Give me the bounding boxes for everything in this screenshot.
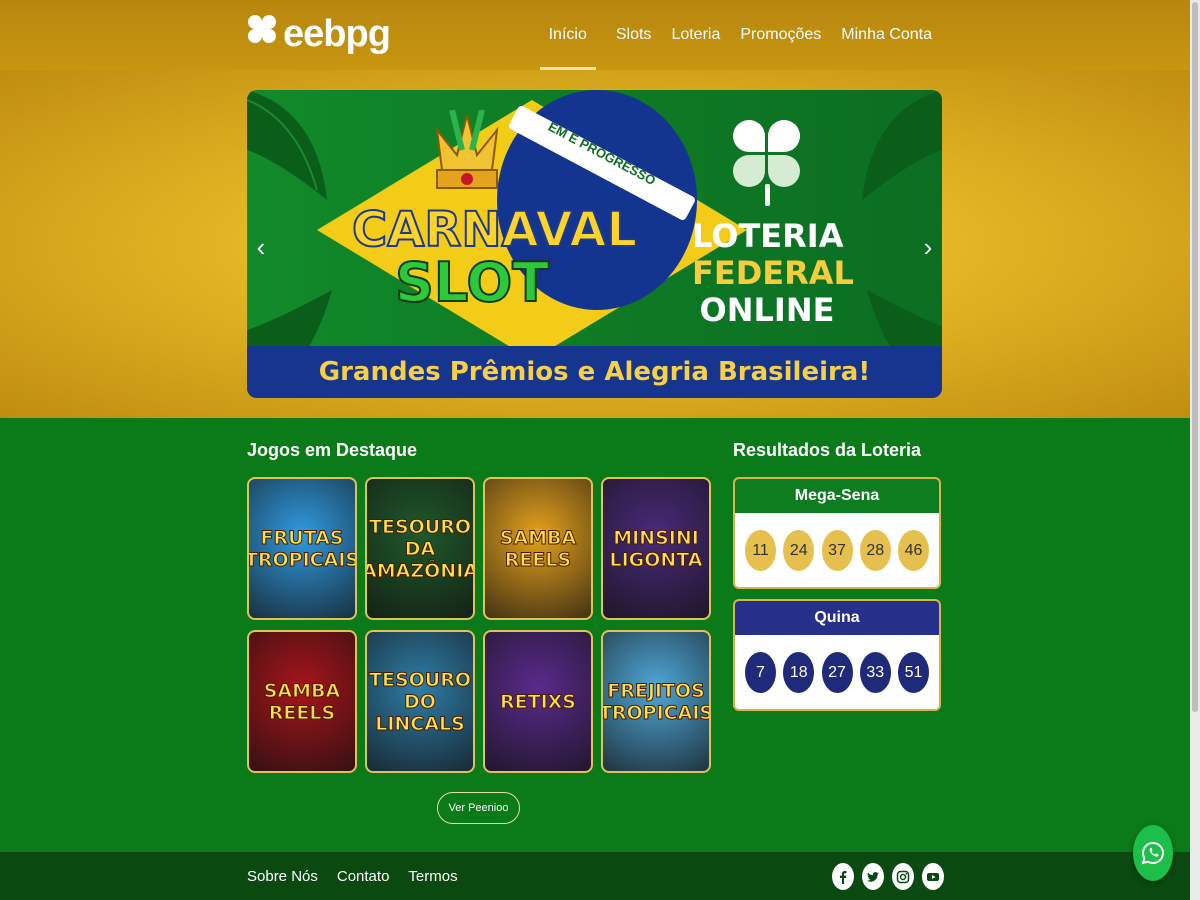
mega-sena-header: Mega-Sena xyxy=(735,479,939,513)
game-title: SAMBA REELS xyxy=(263,679,341,724)
chevron-right-icon: › xyxy=(923,232,933,262)
nav-item-promocoes[interactable]: Promoções xyxy=(740,0,821,70)
number-ball: 37 xyxy=(821,529,853,571)
footer-link-contato[interactable]: Contato xyxy=(337,868,390,885)
carnaval-slot-logo: CARNAVAL SLOT xyxy=(351,202,638,314)
number-ball: 7 xyxy=(745,651,776,693)
nav-item-inicio[interactable]: Início xyxy=(539,0,597,70)
game-card[interactable]: TESOURO DO LINCALS xyxy=(365,630,475,773)
footer-link-sobre-nos[interactable]: Sobre Nós xyxy=(247,868,318,885)
number-ball: 24 xyxy=(783,529,815,571)
social-links xyxy=(832,863,944,890)
number-ball: 46 xyxy=(898,529,929,571)
scrollbar-thumb[interactable] xyxy=(1192,2,1198,712)
hero-tagline: Grandes Prêmios e Alegria Brasileira! xyxy=(318,357,871,387)
online-word: ONLINE xyxy=(699,291,835,329)
game-card[interactable]: MINSINI LIGONTA xyxy=(601,477,711,620)
game-card[interactable]: SAMBA REELS xyxy=(483,477,593,620)
youtube-icon[interactable] xyxy=(922,863,944,890)
quina-header: Quina xyxy=(735,601,939,635)
loteria-federal-logo: LOTERIA FEDERAL ONLINE xyxy=(692,217,854,329)
whatsapp-button[interactable] xyxy=(1133,825,1173,881)
site-header: eebpg Início Slots Loteria Promoções Min… xyxy=(0,0,1200,70)
palm-leaf-icon xyxy=(862,90,942,200)
game-title: TESOURO DA AMAZÔNIA xyxy=(365,515,475,582)
game-card[interactable]: FRUTAS TROPICAIS xyxy=(247,477,357,620)
chevron-left-icon: ‹ xyxy=(256,232,266,262)
palm-leaf-icon xyxy=(247,90,327,200)
carousel-next-button[interactable]: › xyxy=(918,232,938,263)
quina-numbers: 7 18 27 33 51 xyxy=(735,635,939,709)
game-card[interactable]: RETIXS xyxy=(483,630,593,773)
page-scrollbar[interactable] xyxy=(1190,0,1200,900)
site-footer: Sobre Nós Contato Termos xyxy=(0,852,1200,900)
game-card[interactable]: FREJITOS TROPICAIS xyxy=(601,630,711,773)
clover-icon xyxy=(733,120,803,210)
number-ball: 11 xyxy=(745,529,776,571)
number-ball: 27 xyxy=(821,651,853,693)
game-card[interactable]: TESOURO DA AMAZÔNIA xyxy=(365,477,475,620)
result-card-quina: Quina 7 18 27 33 51 xyxy=(733,599,941,711)
footer-link-termos[interactable]: Termos xyxy=(408,868,457,885)
carousel-prev-button[interactable]: ‹ xyxy=(251,232,271,263)
facebook-icon[interactable] xyxy=(832,863,854,890)
game-title: TESOURO DO LINCALS xyxy=(369,668,472,735)
whatsapp-icon xyxy=(1141,841,1164,865)
number-ball: 51 xyxy=(898,651,929,693)
game-card[interactable]: SAMBA REELS xyxy=(247,630,357,773)
footer-links: Sobre Nós Contato Termos xyxy=(247,852,458,900)
see-more-button[interactable]: Ver Peenioo xyxy=(437,792,520,824)
game-title: FRUTAS TROPICAIS xyxy=(247,526,357,571)
hero-section: EM E PROGRESSO CARNAVAL SLOT LOTERIA FED… xyxy=(0,70,1200,418)
featured-games-title: Jogos em Destaque xyxy=(247,440,418,460)
federal-word: FEDERAL xyxy=(692,254,854,292)
slot-title: SLOT xyxy=(394,251,550,314)
brand-logo[interactable]: eebpg xyxy=(247,13,391,55)
brand-name: eebpg xyxy=(283,13,391,55)
number-ball: 28 xyxy=(859,529,891,571)
game-title: RETIXS xyxy=(500,690,577,713)
crown-icon xyxy=(435,110,499,189)
hero-banner[interactable]: EM E PROGRESSO CARNAVAL SLOT LOTERIA FED… xyxy=(247,90,942,398)
nav-item-slots[interactable]: Slots xyxy=(616,0,652,70)
twitter-icon[interactable] xyxy=(862,863,884,890)
loteria-word: LOTERIA xyxy=(692,217,844,255)
instagram-icon[interactable] xyxy=(892,863,914,890)
lottery-results-title: Resultados da Loteria xyxy=(733,440,922,460)
main-nav: Início Slots Loteria Promoções Minha Con… xyxy=(539,0,932,70)
hero-tagline-strip: Grandes Prêmios e Alegria Brasileira! xyxy=(247,346,942,398)
number-ball: 33 xyxy=(859,651,891,693)
carnaval-title: CARNAVAL xyxy=(351,202,638,258)
nav-item-loteria[interactable]: Loteria xyxy=(671,0,720,70)
result-card-mega-sena: Mega-Sena 11 24 37 28 46 xyxy=(733,477,941,589)
mega-sena-numbers: 11 24 37 28 46 xyxy=(735,513,939,587)
nav-item-minha-conta[interactable]: Minha Conta xyxy=(841,0,932,70)
game-title: FREJITOS TROPICAIS xyxy=(601,679,711,724)
number-ball: 18 xyxy=(783,651,815,693)
game-title: SAMBA REELS xyxy=(499,526,577,571)
game-title: MINSINI LIGONTA xyxy=(609,526,703,571)
featured-games-grid: FRUTAS TROPICAIS TESOURO DA AMAZÔNIA SAM… xyxy=(247,477,711,773)
clover-logo-icon xyxy=(247,13,277,55)
